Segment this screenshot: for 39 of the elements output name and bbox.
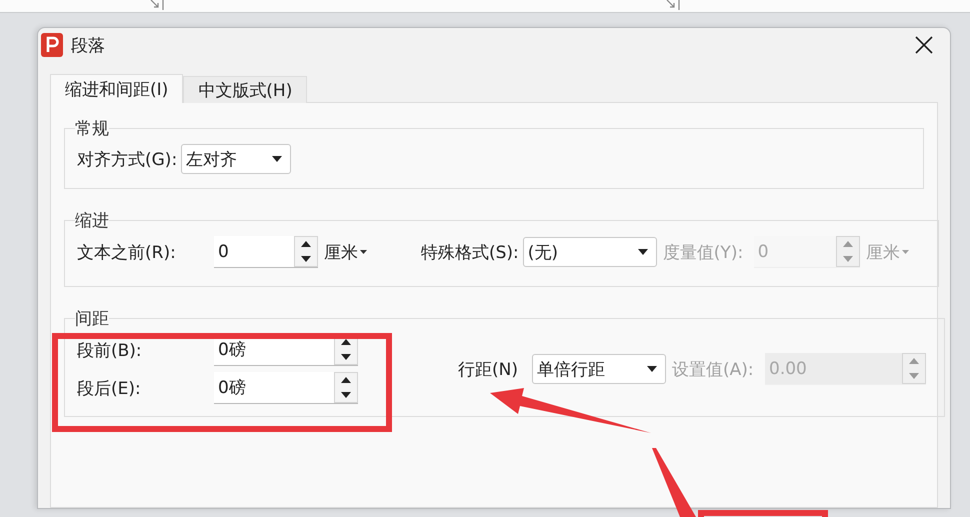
number-field[interactable]: 0磅 <box>214 372 334 403</box>
field-label: 对齐方式(G): <box>77 148 178 170</box>
dropdown[interactable]: (无) <box>522 237 657 267</box>
up-triangle-icon <box>909 358 919 364</box>
field-label: 段后(E): <box>77 378 142 400</box>
field-label: 度量值(Y): <box>662 242 744 264</box>
resize-icon <box>666 0 680 10</box>
up-triangle-icon <box>341 377 351 384</box>
window-title: 段落 <box>71 34 106 56</box>
field-label: 特殊格式(S): <box>421 242 519 264</box>
group-title: 缩进 <box>75 210 109 232</box>
down-triangle-icon <box>341 354 351 360</box>
resize-icon <box>150 0 164 10</box>
caret-icon <box>902 250 909 254</box>
field-label: 文本之前(R): <box>77 242 177 264</box>
unit-dropdown[interactable]: 厘米 <box>324 240 421 264</box>
field-label: 行距(N) <box>458 358 519 380</box>
caret-icon <box>638 249 648 255</box>
dropdown[interactable]: 左对齐 <box>181 144 292 174</box>
app-logo-icon <box>41 33 63 57</box>
up-triangle-icon <box>341 339 351 346</box>
group-title: 常规 <box>75 118 109 140</box>
up-triangle-icon <box>842 241 853 248</box>
dropdown[interactable]: 单倍行距 <box>532 354 666 384</box>
field-label: 设置值(A): <box>672 358 755 380</box>
tab[interactable]: 缩进和间距(I) <box>50 74 184 103</box>
down-triangle-icon <box>842 256 853 262</box>
tab[interactable]: 中文版式(H) <box>183 76 308 103</box>
caret-icon <box>647 366 657 372</box>
caret-icon <box>272 156 282 162</box>
group-title: 间距 <box>75 308 109 330</box>
down-triangle-icon <box>341 392 351 398</box>
up-triangle-icon <box>301 241 311 248</box>
field-label: 段前(B): <box>77 340 143 362</box>
down-triangle-icon <box>301 256 311 262</box>
number-field[interactable]: 0 <box>214 236 294 267</box>
caret-icon <box>360 250 367 254</box>
annotation-arrow <box>652 448 696 517</box>
down-triangle-icon <box>909 372 919 379</box>
